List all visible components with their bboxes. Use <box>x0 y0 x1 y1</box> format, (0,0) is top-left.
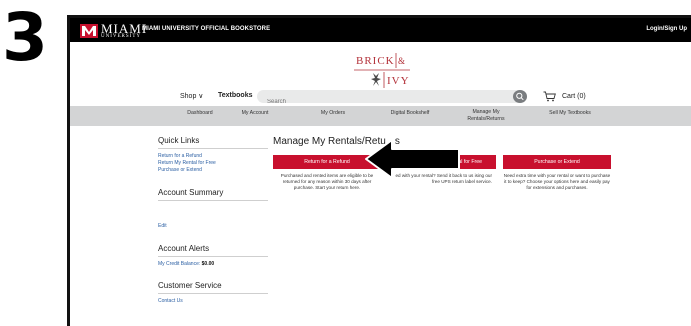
shop-menu[interactable]: Shop ∨ <box>180 92 203 100</box>
miami-logo[interactable]: MIAMI UNIVERSITY <box>80 22 147 39</box>
top-bar: MIAMI UNIVERSITY MIAMI UNIVERSITY OFFICI… <box>70 18 691 42</box>
search-box <box>257 90 527 109</box>
sidebar-link-return-rental[interactable]: Return My Rental for Free <box>158 160 268 167</box>
card-purchase-extend: Purchase or Extend Need extra time with … <box>503 155 611 191</box>
login-link[interactable]: Login/Sign Up <box>646 26 687 32</box>
account-summary-heading: Account Summary <box>158 188 268 201</box>
credit-label: My Credit Balance: <box>158 261 201 267</box>
ivy-leaf-icon <box>371 73 381 86</box>
cart-link[interactable]: Cart (0) <box>543 91 586 102</box>
miami-m-icon <box>80 23 98 38</box>
sidebar-link-return-refund[interactable]: Return for a Refund <box>158 153 268 160</box>
cart-label: Cart (0) <box>562 93 586 100</box>
textbooks-link[interactable]: Textbooks <box>218 92 253 99</box>
quick-links-heading: Quick Links <box>158 136 268 149</box>
account-subnav: Dashboard My Account My Orders Digital B… <box>70 106 691 126</box>
subnav-my-orders[interactable]: My Orders <box>310 110 356 116</box>
step-number: 3 <box>2 0 48 76</box>
subnav-my-account[interactable]: My Account <box>230 110 280 116</box>
credit-value: $0.00 <box>201 261 215 267</box>
sidebar-link-purchase-extend[interactable]: Purchase or Extend <box>158 167 268 174</box>
brand-line2: IVY <box>387 75 410 87</box>
logo-wordmark: MIAMI UNIVERSITY <box>101 22 147 39</box>
subnav-dashboard[interactable]: Dashboard <box>180 110 220 116</box>
brick-ivy-logo[interactable]: BRICK & IVY <box>350 48 414 92</box>
subnav-digital-bookshelf[interactable]: Digital Bookshelf <box>378 110 442 116</box>
brand-line1: BRICK <box>356 55 395 67</box>
subnav-sell-textbooks[interactable]: Sell My Textbooks <box>538 110 602 116</box>
edit-link[interactable]: Edit <box>158 223 268 230</box>
contact-us-link[interactable]: Contact Us <box>158 298 268 305</box>
store-name: MIAMI UNIVERSITY OFFICIAL BOOKSTORE <box>142 26 271 32</box>
brand-ampersand: & <box>398 56 405 66</box>
subnav-manage-rentals[interactable]: Manage My Rentals/Returns <box>460 109 512 122</box>
customer-service-heading: Customer Service <box>158 281 268 294</box>
screenshot-canvas: 3 MIAMI UNIVERSITY MIAMI UNIVERSITY OFFI… <box>0 0 691 326</box>
credit-balance: My Credit Balance: $0.00 <box>158 261 268 267</box>
pointer-arrow-icon <box>365 139 460 179</box>
purchase-extend-desc: Need extra time with your rental or want… <box>503 173 611 190</box>
account-alerts-heading: Account Alerts <box>158 244 268 257</box>
purchase-extend-button[interactable]: Purchase or Extend <box>503 155 611 169</box>
search-button[interactable] <box>513 90 527 103</box>
sidebar: Quick Links Return for a Refund Return M… <box>158 136 268 305</box>
search-icon <box>516 92 524 101</box>
main-nav: Shop ∨ Textbooks Cart (0) <box>70 89 691 109</box>
cart-icon <box>543 91 556 102</box>
logo-subtext: UNIVERSITY <box>101 34 141 39</box>
